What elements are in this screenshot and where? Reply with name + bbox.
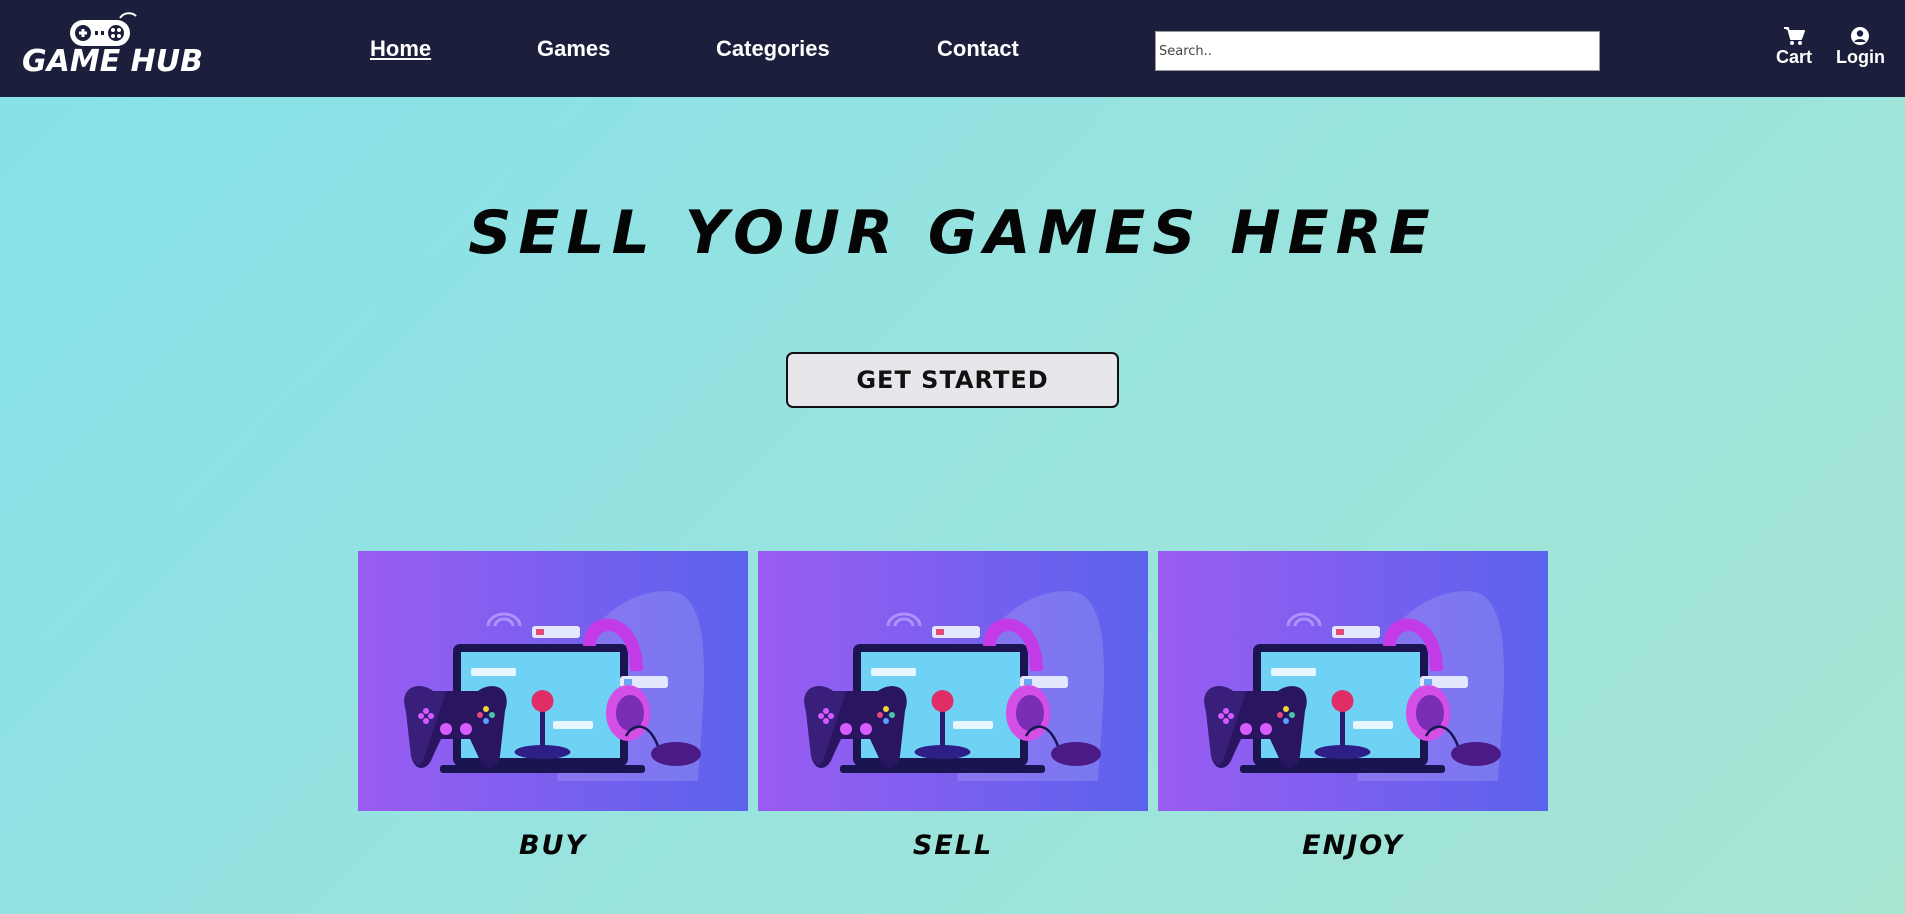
get-started-button[interactable]: GET STARTED <box>786 352 1119 408</box>
cart-icon <box>1784 27 1805 45</box>
nav-link-games[interactable]: Games <box>537 36 610 62</box>
cart-label: Cart <box>1776 47 1813 67</box>
card-sell-image[interactable] <box>758 551 1148 811</box>
search-input[interactable] <box>1155 31 1600 71</box>
nav-link-contact[interactable]: Contact <box>937 36 1019 62</box>
card-buy-image[interactable] <box>358 551 748 811</box>
logo-text: GAME HUB <box>22 44 203 79</box>
user-circle-icon <box>1851 27 1870 45</box>
nav-link-categories[interactable]: Categories <box>716 36 830 62</box>
navbar: GAME HUB Home Games Categories Contact C… <box>0 0 1905 97</box>
card-label-buy: BUY <box>518 830 588 861</box>
card-label-sell: SELL <box>912 830 994 861</box>
cart-button[interactable]: Cart <box>1776 26 1812 67</box>
card-enjoy-image[interactable] <box>1158 551 1548 811</box>
hero-title: SELL YOUR GAMES HERE <box>468 198 1437 268</box>
login-label: Login <box>1836 47 1885 67</box>
nav-link-home[interactable]: Home <box>370 36 431 62</box>
card-label-enjoy: ENJOY <box>1302 830 1404 861</box>
login-button[interactable]: Login <box>1836 26 1885 67</box>
logo[interactable]: GAME HUB <box>20 10 203 82</box>
